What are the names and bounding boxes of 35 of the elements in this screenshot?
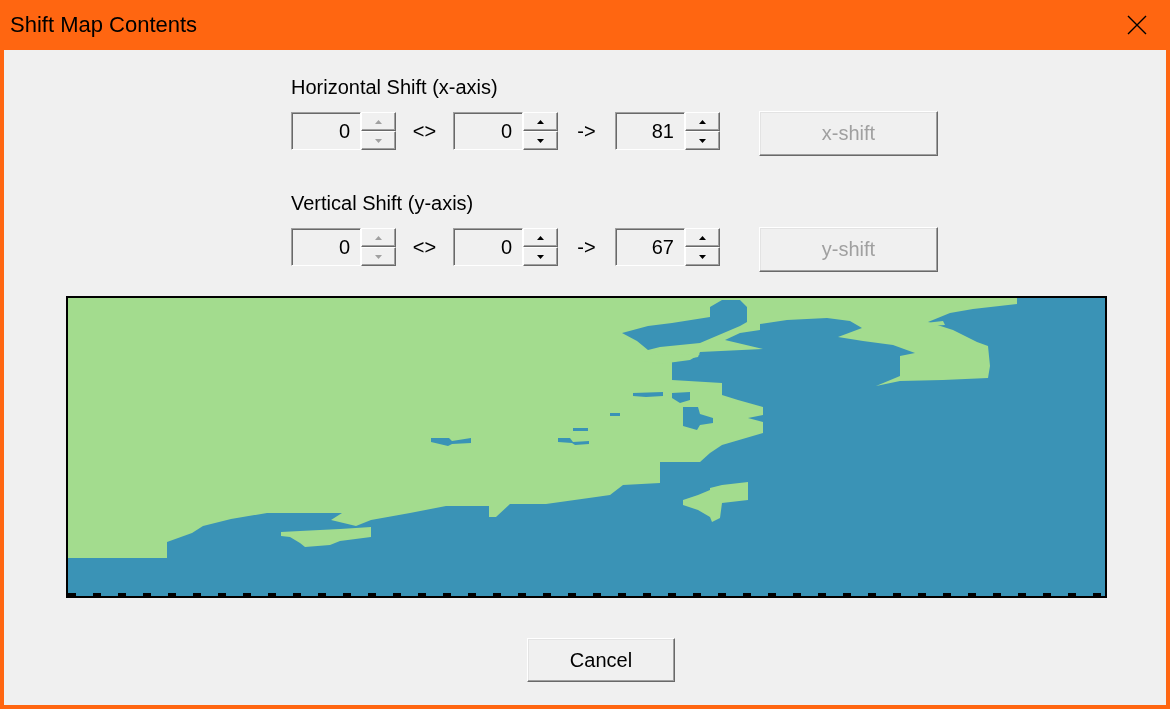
down-triangle-icon: [537, 138, 544, 143]
spin-down-button[interactable]: [685, 247, 720, 266]
separator-text: <>: [412, 119, 437, 143]
down-triangle-icon: [699, 138, 706, 143]
spin-up-button[interactable]: [523, 228, 558, 247]
section-label: Vertical Shift (y-axis): [291, 192, 474, 214]
section-label: Horizontal Shift (x-axis): [291, 76, 498, 98]
number-field[interactable]: 67: [615, 228, 685, 266]
number-field[interactable]: 81: [615, 112, 685, 150]
down-triangle-icon: [375, 138, 382, 143]
down-triangle-icon: [375, 254, 382, 259]
number-field[interactable]: 0: [291, 112, 361, 150]
up-triangle-icon: [699, 235, 706, 240]
separator-text: ->: [577, 119, 596, 143]
spin-up-button[interactable]: [685, 112, 720, 131]
number-field[interactable]: 0: [453, 112, 523, 150]
separator-text: ->: [577, 235, 596, 259]
spin-up-button[interactable]: [685, 228, 720, 247]
spin-up-button[interactable]: [523, 112, 558, 131]
spin-down-button[interactable]: [523, 131, 558, 150]
separator-text: <>: [412, 235, 437, 259]
down-triangle-icon: [537, 254, 544, 259]
close-icon[interactable]: [1127, 15, 1147, 35]
up-triangle-icon: [537, 119, 544, 124]
up-triangle-icon: [375, 235, 382, 240]
number-field[interactable]: 0: [453, 228, 523, 266]
up-triangle-icon: [375, 119, 382, 124]
spin-down-button[interactable]: [523, 247, 558, 266]
down-triangle-icon: [699, 254, 706, 259]
window-title: Shift Map Contents: [10, 12, 198, 38]
up-triangle-icon: [537, 235, 544, 240]
up-triangle-icon: [699, 119, 706, 124]
number-field[interactable]: 0: [291, 228, 361, 266]
spin-down-button[interactable]: [685, 131, 720, 150]
cancel-button[interactable]: Cancel: [527, 638, 675, 682]
